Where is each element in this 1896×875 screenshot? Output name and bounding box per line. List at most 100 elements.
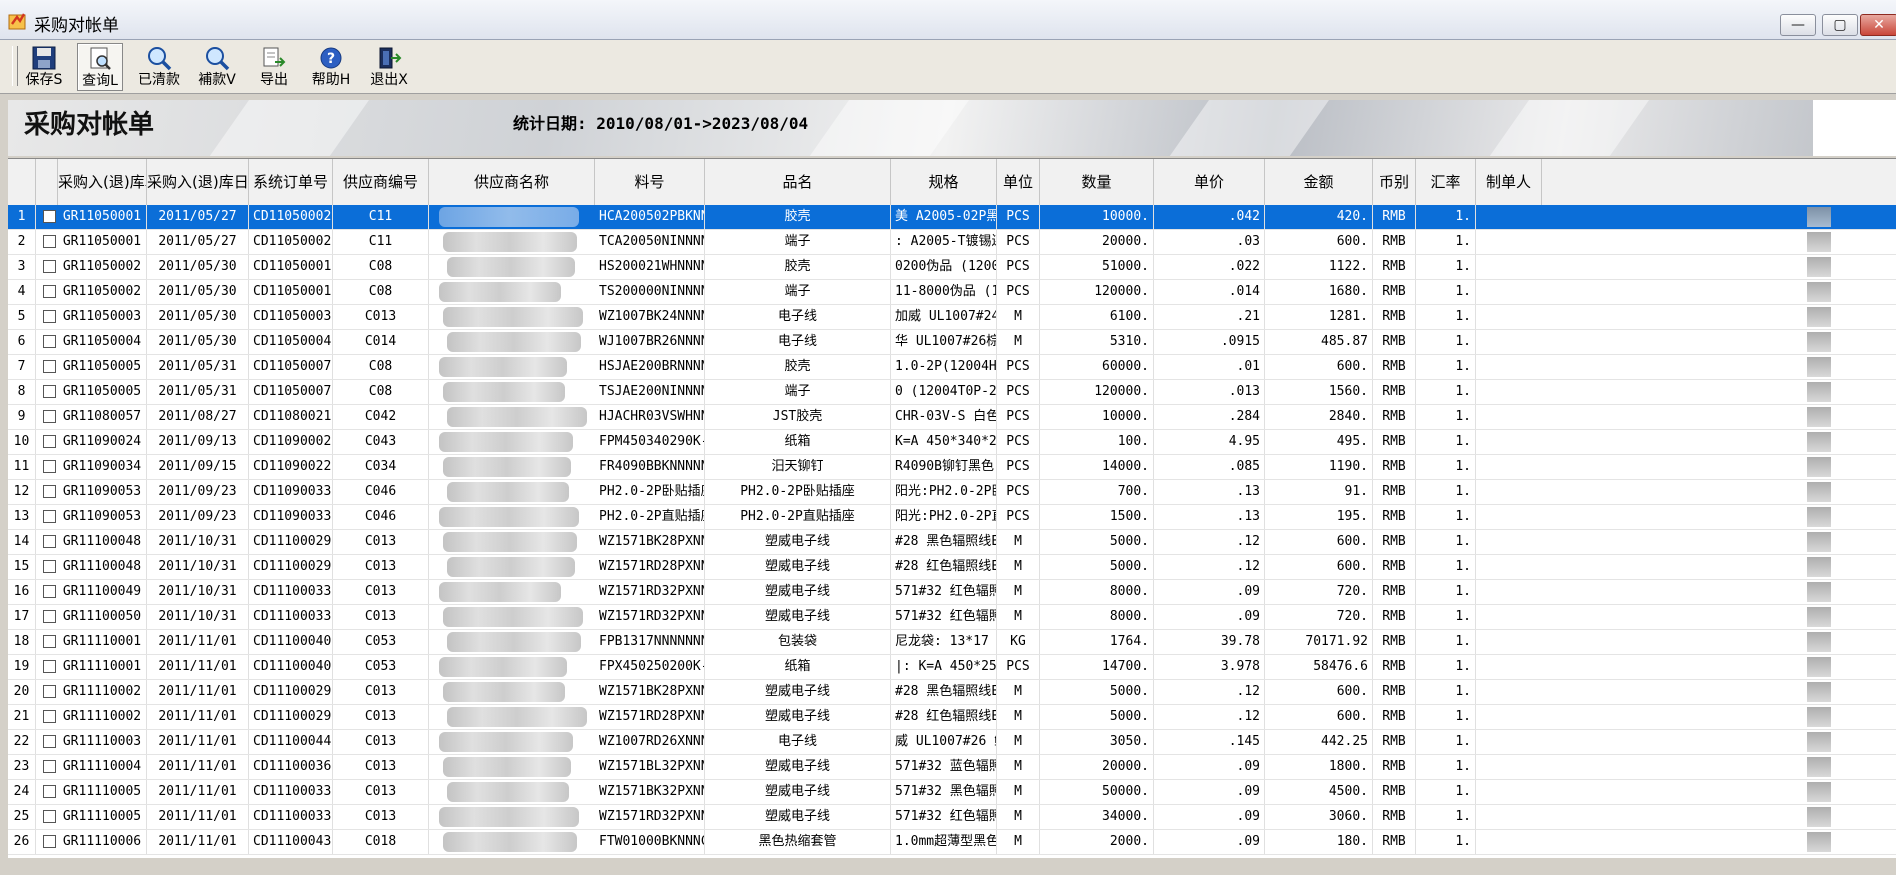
- table-row[interactable]: 11 GR11090034 2011/09/15 CD11090022 C034 FR40…: [8, 455, 1896, 480]
- table-row[interactable]: 4 GR11050002 2011/05/30 CD11050001 C08 TS2000…: [8, 280, 1896, 305]
- row-checkbox[interactable]: [43, 435, 56, 448]
- table-row[interactable]: 3 GR11050002 2011/05/30 CD11050001 C08 HS2000…: [8, 255, 1896, 280]
- table-row[interactable]: 18 GR11110001 2011/11/01 CD11100040 C053 FPB1…: [8, 630, 1896, 655]
- row-checkbox[interactable]: [43, 485, 56, 498]
- row-checkbox[interactable]: [43, 510, 56, 523]
- cell-col-2: GR11090024: [58, 430, 147, 454]
- cell-col-14: RMB: [1373, 305, 1416, 329]
- table-row[interactable]: 25 GR11110005 2011/11/01 CD11100033 C013 WZ15…: [8, 805, 1896, 830]
- table-row[interactable]: 10 GR11090024 2011/09/13 CD11090002 C043 FPM4…: [8, 430, 1896, 455]
- save-button[interactable]: 保存S: [22, 43, 66, 91]
- row-checkbox[interactable]: [43, 285, 56, 298]
- table-row[interactable]: 19 GR11110001 2011/11/01 CD11100040 C053 FPX4…: [8, 655, 1896, 680]
- cell-col-3: 2011/08/27: [147, 405, 249, 429]
- help-button[interactable]: ? 帮助H: [307, 43, 355, 91]
- exit-button[interactable]: 退出X: [366, 43, 412, 91]
- cell-col-15: 1.: [1416, 530, 1476, 554]
- table-row[interactable]: 9 GR11080057 2011/08/27 CD11080021 C042 HJACH…: [8, 405, 1896, 430]
- row-checkbox[interactable]: [43, 785, 56, 798]
- cell-col-3: 2011/11/01: [147, 755, 249, 779]
- cell-col-2: GR11110001: [58, 630, 147, 654]
- column-header-8[interactable]: 品名: [705, 159, 891, 205]
- table-row[interactable]: 16 GR11100049 2011/10/31 CD11100033 C013 WZ15…: [8, 580, 1896, 605]
- row-checkbox[interactable]: [43, 585, 56, 598]
- column-header-3[interactable]: 采购入(退)库日期: [147, 159, 249, 205]
- column-header-0[interactable]: [8, 159, 36, 205]
- column-header-15[interactable]: 汇率: [1416, 159, 1476, 205]
- row-checkbox[interactable]: [43, 735, 56, 748]
- table-row[interactable]: 1 GR11050001 2011/05/27 CD11050002 C11 HCA200…: [8, 205, 1896, 230]
- column-header-1[interactable]: [36, 159, 58, 205]
- column-header-11[interactable]: 数量: [1040, 159, 1154, 205]
- row-checkbox[interactable]: [43, 835, 56, 848]
- column-header-10[interactable]: 单位: [997, 159, 1040, 205]
- table-row[interactable]: 12 GR11090053 2011/09/23 CD11090033 C046 PH2.…: [8, 480, 1896, 505]
- row-checkbox[interactable]: [43, 410, 56, 423]
- cell-col-11: 8000.: [1040, 580, 1154, 604]
- column-header-5[interactable]: 供应商编号: [333, 159, 429, 205]
- column-header-12[interactable]: 单价: [1154, 159, 1265, 205]
- row-checkbox[interactable]: [43, 260, 56, 273]
- cell-col-13: 1800.: [1265, 755, 1373, 779]
- row-checkbox[interactable]: [43, 535, 56, 548]
- cell-col-3: 2011/11/01: [147, 830, 249, 854]
- row-checkbox[interactable]: [43, 460, 56, 473]
- row-checkbox[interactable]: [43, 660, 56, 673]
- table-row[interactable]: 21 GR11110002 2011/11/01 CD11100029 C013 WZ15…: [8, 705, 1896, 730]
- cell-col-7: WZ1571RD28PXNNN: [595, 555, 705, 579]
- cleared-button[interactable]: 已清款: [134, 43, 184, 91]
- row-checkbox[interactable]: [43, 710, 56, 723]
- table-row[interactable]: 20 GR11110002 2011/11/01 CD11100029 C013 WZ15…: [8, 680, 1896, 705]
- row-checkbox[interactable]: [43, 385, 56, 398]
- table-row[interactable]: 6 GR11050004 2011/05/30 CD11050004 C014 WJ100…: [8, 330, 1896, 355]
- row-checkbox[interactable]: [43, 310, 56, 323]
- cell-col-2: GR11090034: [58, 455, 147, 479]
- row-checkbox[interactable]: [43, 210, 56, 223]
- reconciliation-grid[interactable]: 采购入(退)库单采购入(退)库日期系统订单号供应商编号供应商名称料号品名规格单位…: [8, 158, 1896, 859]
- row-checkbox[interactable]: [43, 685, 56, 698]
- table-row[interactable]: 23 GR11110004 2011/11/01 CD11100036 C013 WZ15…: [8, 755, 1896, 780]
- row-checkbox[interactable]: [43, 560, 56, 573]
- cell-col-10: PCS: [997, 405, 1040, 429]
- maker-redacted: [1807, 207, 1831, 227]
- export-button[interactable]: 导出: [252, 43, 296, 91]
- table-row[interactable]: 26 GR11110006 2011/11/01 CD11100043 C018 FTW0…: [8, 830, 1896, 855]
- table-row[interactable]: 5 GR11050003 2011/05/30 CD11050003 C013 WZ100…: [8, 305, 1896, 330]
- table-row[interactable]: 14 GR11100048 2011/10/31 CD11100029 C013 WZ15…: [8, 530, 1896, 555]
- query-button[interactable]: 查询L: [77, 43, 123, 91]
- supplier-name-redacted: [439, 282, 561, 302]
- column-header-2[interactable]: 采购入(退)库单: [58, 159, 147, 205]
- table-row[interactable]: 22 GR11110003 2011/11/01 CD11100044 C013 WZ10…: [8, 730, 1896, 755]
- exit-icon: [379, 47, 402, 69]
- row-checkbox[interactable]: [43, 360, 56, 373]
- supplement-button[interactable]: 補款V: [193, 43, 241, 91]
- table-row[interactable]: 15 GR11100048 2011/10/31 CD11100029 C013 WZ15…: [8, 555, 1896, 580]
- table-row[interactable]: 2 GR11050001 2011/05/27 CD11050002 C11 TCA200…: [8, 230, 1896, 255]
- column-header-16[interactable]: 制单人: [1476, 159, 1542, 205]
- column-header-7[interactable]: 料号: [595, 159, 705, 205]
- row-checkbox[interactable]: [43, 610, 56, 623]
- row-checkbox[interactable]: [43, 235, 56, 248]
- row-checkbox[interactable]: [43, 760, 56, 773]
- maximize-button[interactable]: ▢: [1822, 14, 1858, 36]
- column-header-13[interactable]: 金额: [1265, 159, 1373, 205]
- cell-col-2: GR11100050: [58, 605, 147, 629]
- row-checkbox[interactable]: [43, 335, 56, 348]
- table-row[interactable]: 7 GR11050005 2011/05/31 CD11050007 C08 HSJAE2…: [8, 355, 1896, 380]
- column-header-6[interactable]: 供应商名称: [429, 159, 595, 205]
- column-header-14[interactable]: 币别: [1373, 159, 1416, 205]
- table-row[interactable]: 13 GR11090053 2011/09/23 CD11090033 C046 PH2.…: [8, 505, 1896, 530]
- cell-col-0: 12: [8, 480, 36, 504]
- table-row[interactable]: 24 GR11110005 2011/11/01 CD11100033 C013 WZ15…: [8, 780, 1896, 805]
- cell-col-3: 2011/05/30: [147, 330, 249, 354]
- column-header-9[interactable]: 规格: [891, 159, 997, 205]
- close-button[interactable]: ✕: [1860, 14, 1896, 36]
- column-header-4[interactable]: 系统订单号: [249, 159, 333, 205]
- row-checkbox[interactable]: [43, 635, 56, 648]
- cell-col-11: 5000.: [1040, 680, 1154, 704]
- table-row[interactable]: 17 GR11100050 2011/10/31 CD11100033 C013 WZ15…: [8, 605, 1896, 630]
- supplier-name-redacted: [439, 507, 579, 527]
- table-row[interactable]: 8 GR11050005 2011/05/31 CD11050007 C08 TSJAE2…: [8, 380, 1896, 405]
- minimize-button[interactable]: —: [1780, 14, 1816, 36]
- row-checkbox[interactable]: [43, 810, 56, 823]
